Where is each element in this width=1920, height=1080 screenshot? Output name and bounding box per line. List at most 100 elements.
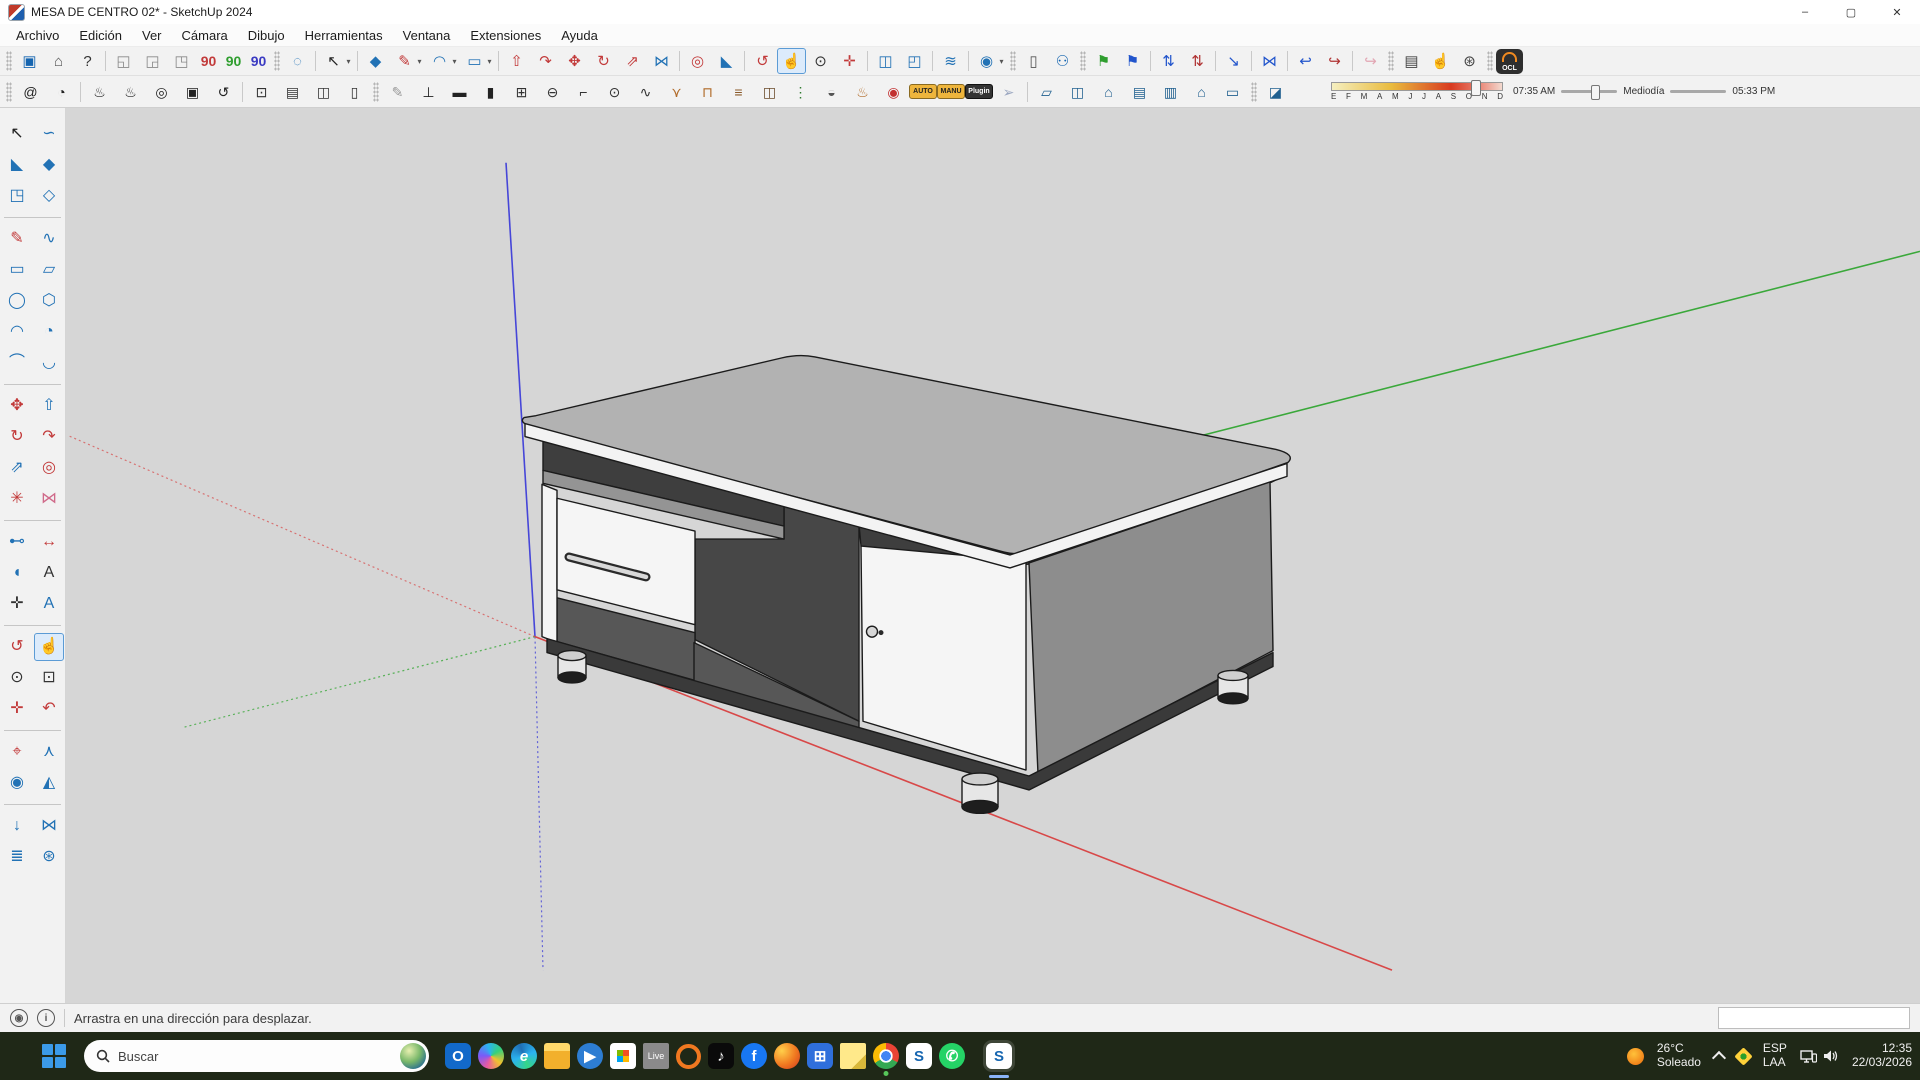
taskbar-app-copilot[interactable] xyxy=(478,1043,504,1069)
sketch-pencil-icon[interactable]: ✎ xyxy=(382,79,413,105)
viewport-3d[interactable] xyxy=(66,108,1920,1003)
select-dropdown-icon[interactable]: ▾ xyxy=(343,57,354,66)
two-point-arc-icon[interactable]: ◠ xyxy=(2,318,32,346)
component-box-icon[interactable]: ◫ xyxy=(871,48,900,74)
dimensions-icon[interactable]: ↔ xyxy=(34,528,64,556)
walk-icon[interactable]: ⋏ xyxy=(34,738,64,766)
mirror-icon[interactable]: ⋈ xyxy=(647,48,676,74)
taskbar-app-edge[interactable]: e xyxy=(511,1043,537,1069)
taskbar-app-chrome[interactable] xyxy=(873,1043,899,1069)
paint-icon[interactable]: ◣ xyxy=(2,151,32,179)
manu-mode-button[interactable]: MANU xyxy=(937,84,965,99)
menu-dibujo[interactable]: Dibujo xyxy=(238,27,295,44)
tag-icon[interactable]: ◇ xyxy=(34,182,64,210)
panel-window-icon[interactable]: ◫ xyxy=(308,79,339,105)
taskbar-app-sticky-notes[interactable] xyxy=(840,1043,866,1069)
weather-widget[interactable]: 26°C Soleado xyxy=(1657,1042,1701,1070)
menu-ventana[interactable]: Ventana xyxy=(393,27,461,44)
panel-options-icon[interactable]: ⊡ xyxy=(246,79,277,105)
taskbar-app-whatsapp[interactable]: ✆ xyxy=(939,1043,965,1069)
menu-cámara[interactable]: Cámara xyxy=(172,27,238,44)
zoom-icon[interactable]: ⊙ xyxy=(2,664,32,692)
fur-frame-icon[interactable]: ▭ xyxy=(1217,79,1248,105)
furn-grid-icon[interactable]: ⊞ xyxy=(506,79,537,105)
pie-icon[interactable]: ◔ xyxy=(34,318,64,346)
fur-home-icon[interactable]: ⌂ xyxy=(1186,79,1217,105)
pin-red-icon[interactable]: ◉ xyxy=(878,79,909,105)
move-icon[interactable]: ✥ xyxy=(560,48,589,74)
ocl-plugin-button[interactable]: OCL xyxy=(1496,49,1523,74)
taskbar-app-store[interactable] xyxy=(610,1043,636,1069)
shadow-date-slider[interactable] xyxy=(1331,82,1503,91)
polygon-icon[interactable]: ⬡ xyxy=(34,287,64,315)
paint-icon[interactable]: ◣ xyxy=(712,48,741,74)
auto-mode-button[interactable]: AUTO xyxy=(909,84,937,99)
layers-export-icon[interactable]: ≣ xyxy=(2,843,32,871)
eraser-icon[interactable]: ◆ xyxy=(361,48,390,74)
taskbar-app-fox[interactable] xyxy=(774,1043,800,1069)
furn-laptop-icon[interactable]: ▬ xyxy=(444,79,475,105)
select-icon[interactable]: ↖ xyxy=(2,120,32,148)
ext-flag-blue-icon[interactable]: ⚑ xyxy=(1118,48,1147,74)
fur-panel-icon[interactable]: ◫ xyxy=(1062,79,1093,105)
fredo-tool-1-icon[interactable]: @ xyxy=(15,79,46,105)
move-icon[interactable]: ✥ xyxy=(2,392,32,420)
antivirus-icon[interactable] xyxy=(1734,1047,1752,1065)
surface-top-icon[interactable]: ◲ xyxy=(138,48,167,74)
hand-tool-icon[interactable]: ☝ xyxy=(1426,48,1455,74)
push-pull-icon[interactable]: ⇧ xyxy=(502,48,531,74)
line-dropdown-icon[interactable]: ▾ xyxy=(414,57,425,66)
menu-extensiones[interactable]: Extensiones xyxy=(460,27,551,44)
rotate-icon[interactable]: ↻ xyxy=(2,423,32,451)
render-play-icon[interactable]: ♨ xyxy=(115,79,146,105)
line-icon[interactable]: ✎ xyxy=(2,225,32,253)
taskbar-app-everything[interactable] xyxy=(676,1044,701,1069)
coffee-table-model[interactable] xyxy=(522,356,1290,814)
volume-icon[interactable] xyxy=(1823,1049,1839,1063)
kitchen-kettle-icon[interactable]: ♨ xyxy=(847,79,878,105)
weather-sun-icon[interactable] xyxy=(1627,1048,1644,1065)
pan-icon[interactable]: ☝ xyxy=(34,633,64,661)
taskbar-app-tiktok[interactable]: ♪ xyxy=(708,1043,734,1069)
render-undo-icon[interactable]: ↺ xyxy=(208,79,239,105)
pan-icon[interactable]: ☝ xyxy=(777,48,806,74)
help-icon[interactable]: ? xyxy=(73,48,102,74)
network-icon[interactable] xyxy=(1800,1049,1817,1064)
rectangle-icon[interactable]: ▭ xyxy=(2,256,32,284)
render-panel-icon[interactable]: ▣ xyxy=(177,79,208,105)
pages-panel-icon[interactable]: ▤ xyxy=(1397,48,1426,74)
save-icon[interactable]: ▣ xyxy=(15,48,44,74)
follow-me-icon[interactable]: ↷ xyxy=(531,48,560,74)
start-button[interactable] xyxy=(38,1040,70,1072)
panel-browser-icon[interactable]: ▤ xyxy=(277,79,308,105)
eraser-icon[interactable]: ◆ xyxy=(34,151,64,179)
menu-archivo[interactable]: Archivo xyxy=(6,27,69,44)
component-panel-icon[interactable]: ◰ xyxy=(900,48,929,74)
tray-chevron-icon[interactable] xyxy=(1712,1051,1726,1065)
kitchen-bottles-icon[interactable]: ⋮ xyxy=(785,79,816,105)
time-slider-handle[interactable] xyxy=(1591,85,1600,100)
menu-edición[interactable]: Edición xyxy=(69,27,132,44)
clock-widget[interactable]: 12:35 22/03/2026 xyxy=(1852,1042,1912,1070)
text-icon[interactable]: A xyxy=(34,559,64,587)
date-slider-handle[interactable] xyxy=(1471,80,1481,96)
section-icon[interactable]: ◭ xyxy=(34,769,64,797)
ext-arrows-red-icon[interactable]: ⇅ xyxy=(1183,48,1212,74)
close-button[interactable]: ✕ xyxy=(1874,0,1920,24)
circle-icon[interactable]: ◯ xyxy=(2,287,32,315)
fov-blue-field[interactable]: 90 xyxy=(246,53,271,69)
menu-ver[interactable]: Ver xyxy=(132,27,172,44)
surface-front-icon[interactable]: ◱ xyxy=(109,48,138,74)
fov-red-field[interactable]: 90 xyxy=(196,53,221,69)
zoom-window-icon[interactable]: ⊡ xyxy=(34,664,64,692)
scale-icon[interactable]: ⇗ xyxy=(618,48,647,74)
fredo-tool-2-icon[interactable]: ◔ xyxy=(46,79,77,105)
new-file-icon[interactable]: ▯ xyxy=(1019,48,1048,74)
protractor-icon[interactable]: ◖ xyxy=(2,559,32,587)
fov-green-field[interactable]: 90 xyxy=(221,53,246,69)
measurements-box[interactable] xyxy=(1718,1007,1910,1029)
position-camera-icon[interactable]: ⌖ xyxy=(2,738,32,766)
zoom-selection-icon[interactable]: ◌ xyxy=(283,48,312,74)
fur-house-icon[interactable]: ⌂ xyxy=(1093,79,1124,105)
freehand-icon[interactable]: ∿ xyxy=(34,225,64,253)
